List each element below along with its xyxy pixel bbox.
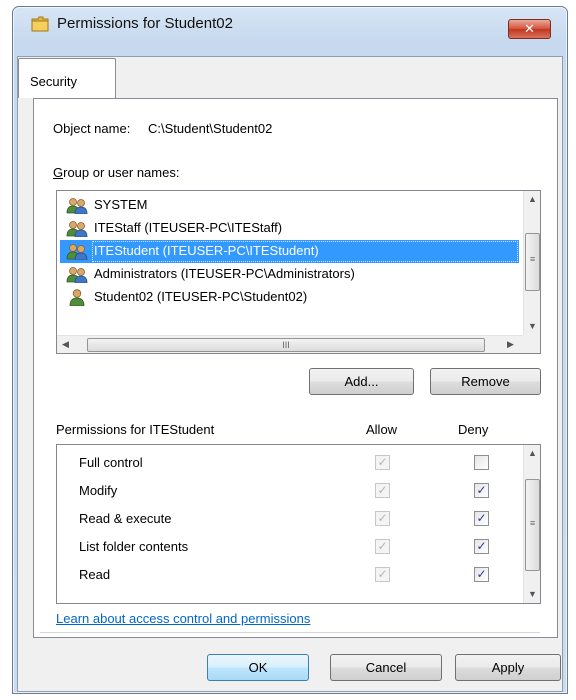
list-item-itestudent[interactable]: ITEStudent (ITEUSER-PC\ITEStudent) — [60, 240, 519, 263]
add-button[interactable]: Add... — [309, 368, 414, 395]
close-icon: ✕ — [524, 21, 535, 36]
learn-access-control-link[interactable]: Learn about access control and permissio… — [56, 611, 310, 626]
list-item-label: Administrators (ITEUSER-PC\Administrator… — [94, 266, 355, 281]
group-user-list[interactable]: SYSTEM ITEStaff (ITEUSER-PC\ITEStaff) IT… — [56, 190, 541, 354]
permission-row: Modify ✓ ✓ — [57, 479, 521, 503]
remove-button[interactable]: Remove — [430, 368, 541, 395]
scroll-up-arrow-icon[interactable]: ▲ — [524, 445, 540, 462]
cancel-button[interactable]: Cancel — [330, 654, 442, 681]
permission-row: Read & execute ✓ ✓ — [57, 507, 521, 531]
allow-column-header: Allow — [366, 422, 398, 437]
permission-row: Read ✓ ✓ — [57, 563, 521, 587]
list-item-label: ITEStaff (ITEUSER-PC\ITEStaff) — [94, 220, 283, 235]
allow-checkbox[interactable]: ✓ — [375, 455, 390, 470]
deny-column-header: Deny — [458, 422, 489, 437]
scroll-down-arrow-icon[interactable]: ▼ — [524, 586, 540, 603]
permission-name: Full control — [79, 455, 143, 470]
close-button[interactable]: ✕ — [508, 19, 551, 39]
scroll-thumb[interactable]: ≡ — [525, 233, 540, 291]
group-list-label: Group or user names: — [53, 165, 180, 180]
cancel-button-label: Cancel — [365, 660, 407, 675]
permission-name: Read & execute — [79, 511, 172, 526]
permission-name: Modify — [79, 483, 118, 498]
folder-icon — [31, 16, 49, 32]
list-item-label: SYSTEM — [94, 197, 148, 212]
window-title: Permissions for Student02 — [57, 15, 233, 32]
permission-row: Full control ✓ — [57, 451, 521, 475]
apply-button[interactable]: Apply — [455, 654, 561, 681]
group-list-vertical-scrollbar[interactable]: ▲ ≡ ▼ — [523, 191, 540, 335]
deny-checkbox[interactable]: ✓ — [474, 511, 489, 526]
group-list-label-text: roup or user names: — [63, 165, 180, 180]
tab-security-label: Security — [30, 74, 77, 89]
group-users-icon — [66, 221, 88, 237]
permissions-title: Permissions for ITEStudent — [56, 422, 215, 437]
scrollbar-corner — [523, 335, 540, 353]
group-list-horizontal-scrollbar[interactable]: ◀ III ▶ — [57, 335, 523, 353]
scroll-thumb[interactable]: ≡ — [525, 479, 540, 571]
permission-name: Read — [79, 567, 111, 582]
permissions-list[interactable]: ▲ ≡ ▼ Full control ✓ Modify ✓ ✓ Read & execut… — [56, 444, 541, 604]
group-users-icon — [66, 267, 88, 283]
scroll-up-arrow-icon[interactable]: ▲ — [524, 191, 540, 208]
deny-checkbox[interactable]: ✓ — [474, 539, 489, 554]
list-item-administrators[interactable]: Administrators (ITEUSER-PC\Administrator… — [60, 263, 519, 286]
list-item-label: ITEStudent (ITEUSER-PC\ITEStudent) — [94, 243, 319, 258]
divider — [40, 632, 540, 633]
add-button-label: Add... — [344, 374, 379, 389]
ok-button[interactable]: OK — [207, 654, 309, 681]
remove-button-label: Remove — [461, 374, 510, 389]
deny-checkbox[interactable]: ✓ — [474, 483, 489, 498]
title-bar[interactable]: Permissions for Student02 — [13, 7, 567, 41]
single-user-icon — [69, 289, 85, 306]
object-name-value: C:\Student\Student02 — [148, 121, 273, 136]
allow-checkbox[interactable]: ✓ — [375, 539, 390, 554]
list-item-label: Student02 (ITEUSER-PC\Student02) — [94, 289, 308, 304]
horizontal-scroll-thumb[interactable]: III — [87, 338, 485, 352]
allow-checkbox[interactable]: ✓ — [375, 567, 390, 582]
allow-checkbox[interactable]: ✓ — [375, 483, 390, 498]
allow-checkbox[interactable]: ✓ — [375, 511, 390, 526]
permissions-vertical-scrollbar[interactable]: ▲ ≡ ▼ — [523, 445, 540, 603]
permission-name: List folder contents — [79, 539, 189, 554]
object-name-label: Object name: — [53, 121, 131, 136]
ok-button-label: OK — [248, 660, 268, 675]
permission-row: List folder contents ✓ ✓ — [57, 535, 521, 559]
scroll-right-arrow-icon[interactable]: ▶ — [502, 336, 519, 353]
list-item-system[interactable]: SYSTEM — [60, 194, 519, 217]
scroll-left-arrow-icon[interactable]: ◀ — [57, 336, 74, 353]
deny-checkbox[interactable]: ✓ — [474, 567, 489, 582]
group-users-icon — [66, 198, 88, 214]
scroll-down-arrow-icon[interactable]: ▼ — [524, 318, 540, 335]
list-item-itestaff[interactable]: ITEStaff (ITEUSER-PC\ITEStaff) — [60, 217, 519, 240]
apply-button-label: Apply — [491, 660, 525, 675]
list-item-student02[interactable]: Student02 (ITEUSER-PC\Student02) — [60, 286, 519, 309]
deny-checkbox[interactable] — [474, 455, 489, 470]
group-users-icon — [66, 244, 88, 260]
